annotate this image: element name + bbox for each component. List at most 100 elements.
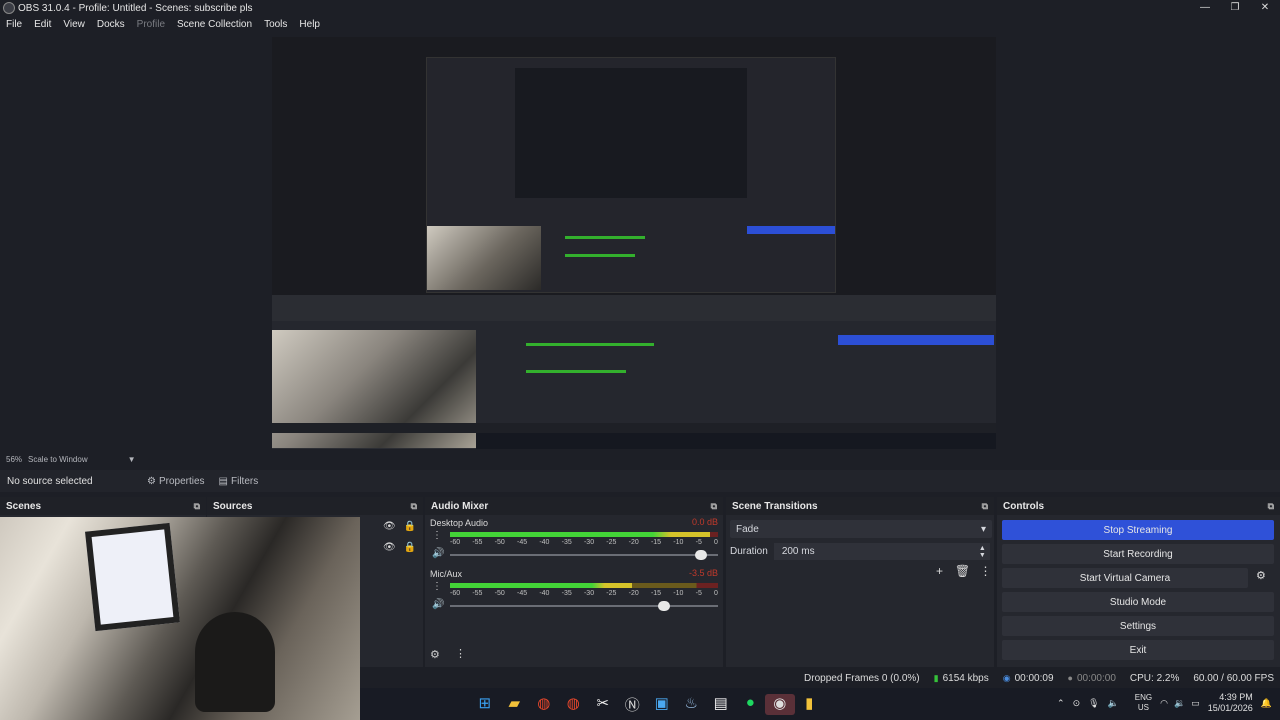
minimize-button[interactable]: —: [1190, 0, 1220, 16]
stop-streaming-button[interactable]: Stop Streaming: [1002, 520, 1274, 540]
tick: -15: [650, 590, 662, 597]
add-icon[interactable]: +: [928, 564, 951, 578]
kebab-menu-icon[interactable]: ⋮: [432, 530, 442, 541]
properties-label: Properties: [158, 475, 205, 487]
trash-icon[interactable]: 🗑: [951, 564, 974, 578]
status-bar: Dropped Frames 0 (0.0%) ▮ 6154 kbps ◉ 00:0…: [360, 668, 1280, 688]
sources-dock-header: Sources ⧉: [207, 497, 423, 515]
kebab-menu-icon[interactable]: ⋮: [974, 564, 997, 578]
program-preview[interactable]: [272, 37, 996, 449]
eye-icon[interactable]: 👁: [383, 521, 396, 532]
windows-start-icon[interactable]: ⊞: [470, 694, 500, 715]
menu-bar: File Edit View Docks Profile Scene Colle…: [0, 16, 1280, 32]
speaker-tray-icon[interactable]: 🔈: [1108, 698, 1119, 709]
tick: -35: [561, 539, 572, 546]
eye-icon[interactable]: 👁: [383, 542, 396, 553]
obs-taskbar-icon[interactable]: ◉: [765, 694, 795, 715]
chevron-down-icon[interactable]: ▼: [128, 455, 136, 464]
battery-icon[interactable]: ▭: [1191, 698, 1200, 709]
chevron-up-icon[interactable]: ⌃: [1057, 698, 1065, 709]
source-row[interactable]: 👁 🔒: [383, 542, 424, 553]
spotify-icon[interactable]: ●: [736, 694, 766, 715]
background-monitor: [85, 522, 180, 632]
menu-scene-collection[interactable]: Scene Collection: [177, 19, 252, 30]
terminal-icon[interactable]: ▤: [706, 694, 736, 715]
steam-icon[interactable]: ♨: [677, 694, 707, 715]
record-time: 00:00:00: [1076, 672, 1116, 684]
menu-tools[interactable]: Tools: [264, 19, 287, 30]
menu-edit[interactable]: Edit: [34, 19, 51, 30]
photos-icon[interactable]: ▣: [647, 694, 677, 715]
transition-select[interactable]: Fade ▾: [730, 520, 992, 538]
mixer-menu-icon[interactable]: ⋮: [455, 647, 466, 660]
transition-actions: + 🗑 ⋮: [928, 564, 997, 578]
tick: -40: [539, 539, 550, 546]
settings-button[interactable]: Settings: [1002, 616, 1274, 636]
nested-meter-desktop: [526, 343, 654, 346]
file-explorer-icon[interactable]: ▰: [500, 694, 530, 715]
audio-mixer-title: Audio Mixer: [431, 500, 489, 512]
wifi-icon[interactable]: ◠: [1160, 698, 1168, 709]
undock-icon[interactable]: ⧉: [982, 501, 988, 512]
virtual-camera-settings-icon[interactable]: ⚙: [1256, 569, 1266, 582]
sticky-notes-icon[interactable]: ▮: [795, 694, 825, 715]
studio-mode-button[interactable]: Studio Mode: [1002, 592, 1274, 612]
speaker-icon[interactable]: 🔊: [432, 599, 444, 610]
chrome-profile-icon[interactable]: ◍: [559, 694, 589, 715]
mixer-settings-icon[interactable]: ⚙: [430, 648, 440, 661]
scale-mode[interactable]: Scale to Window: [28, 455, 88, 464]
undock-icon[interactable]: ⧉: [711, 501, 717, 512]
notion-icon[interactable]: Ⓝ: [618, 694, 648, 715]
title-bar: OBS 31.0.4 - Profile: Untitled - Scenes:…: [0, 0, 1280, 16]
undock-icon[interactable]: ⧉: [411, 501, 417, 512]
network-tray-icon[interactable]: ⊙: [1073, 698, 1081, 709]
language-indicator[interactable]: ENG US: [1135, 693, 1152, 713]
menu-docks[interactable]: Docks: [97, 19, 125, 30]
close-button[interactable]: ✕: [1250, 0, 1280, 16]
filters-button[interactable]: ▤ Filters: [219, 471, 259, 491]
start-recording-button[interactable]: Start Recording: [1002, 544, 1274, 564]
properties-button[interactable]: ⚙ Properties: [147, 471, 205, 491]
selected-source-label: No source selected: [7, 475, 93, 487]
volume-slider-handle[interactable]: [695, 550, 708, 560]
undock-icon[interactable]: ⧉: [1268, 501, 1274, 512]
lock-icon[interactable]: 🔒: [404, 521, 416, 532]
scenes-dock-header: Scenes ⧉: [0, 497, 206, 515]
undock-icon[interactable]: ⧉: [194, 501, 200, 512]
scenes-title: Scenes: [6, 500, 42, 512]
chrome-icon[interactable]: ◍: [529, 694, 559, 715]
menu-file[interactable]: File: [6, 19, 22, 30]
capcut-icon[interactable]: ✂: [588, 694, 618, 715]
source-row[interactable]: 👁 🔒: [383, 521, 424, 532]
filters-label: Filters: [231, 475, 259, 487]
tick: -60: [450, 590, 461, 597]
meter-level: [450, 532, 710, 537]
menu-help[interactable]: Help: [299, 19, 320, 30]
controls-header: Controls ⧉: [997, 497, 1280, 515]
mixer-channel-desktop: Desktop Audio 0.0 dB ⋮ -60 -55 -50 -45 -40 -3…: [430, 517, 720, 567]
speaker-icon[interactable]: 🔊: [432, 548, 444, 559]
start-virtual-camera-button[interactable]: Start Virtual Camera: [1002, 568, 1248, 588]
maximize-button[interactable]: ❐: [1220, 0, 1250, 16]
volume-icon[interactable]: 🔉: [1174, 698, 1185, 709]
kebab-menu-icon[interactable]: ⋮: [432, 581, 442, 592]
lock-icon[interactable]: 🔒: [404, 542, 416, 553]
spin-arrows-icon[interactable]: ▲ ▼: [979, 545, 986, 559]
volume-slider-handle[interactable]: [657, 601, 670, 611]
system-tray: ⌃ ⊙ 🎙 🔈 ENG US ◠ 🔉 ▭ 4:39 PM 15/01/2026 …: [1057, 692, 1272, 714]
tick: -55: [472, 539, 483, 546]
notifications-icon[interactable]: 🔔: [1261, 698, 1272, 709]
nested-capture-top: [272, 37, 996, 295]
exit-button[interactable]: Exit: [1002, 640, 1274, 660]
clock[interactable]: 4:39 PM 15/01/2026: [1208, 692, 1253, 714]
scene-transitions-header: Scene Transitions ⧉: [726, 497, 994, 515]
preview-scale-row[interactable]: 56% Scale to Window ▼: [6, 455, 136, 464]
bitrate: 6154 kbps: [942, 672, 989, 684]
volume-slider[interactable]: [450, 601, 718, 611]
volume-slider[interactable]: [450, 550, 718, 560]
menu-view[interactable]: View: [63, 19, 85, 30]
microphone-icon[interactable]: 🎙: [1088, 698, 1099, 709]
menu-profile[interactable]: Profile: [137, 19, 165, 30]
duration-spinbox[interactable]: 200 ms ▲ ▼: [773, 543, 990, 560]
tick: -35: [561, 590, 572, 597]
